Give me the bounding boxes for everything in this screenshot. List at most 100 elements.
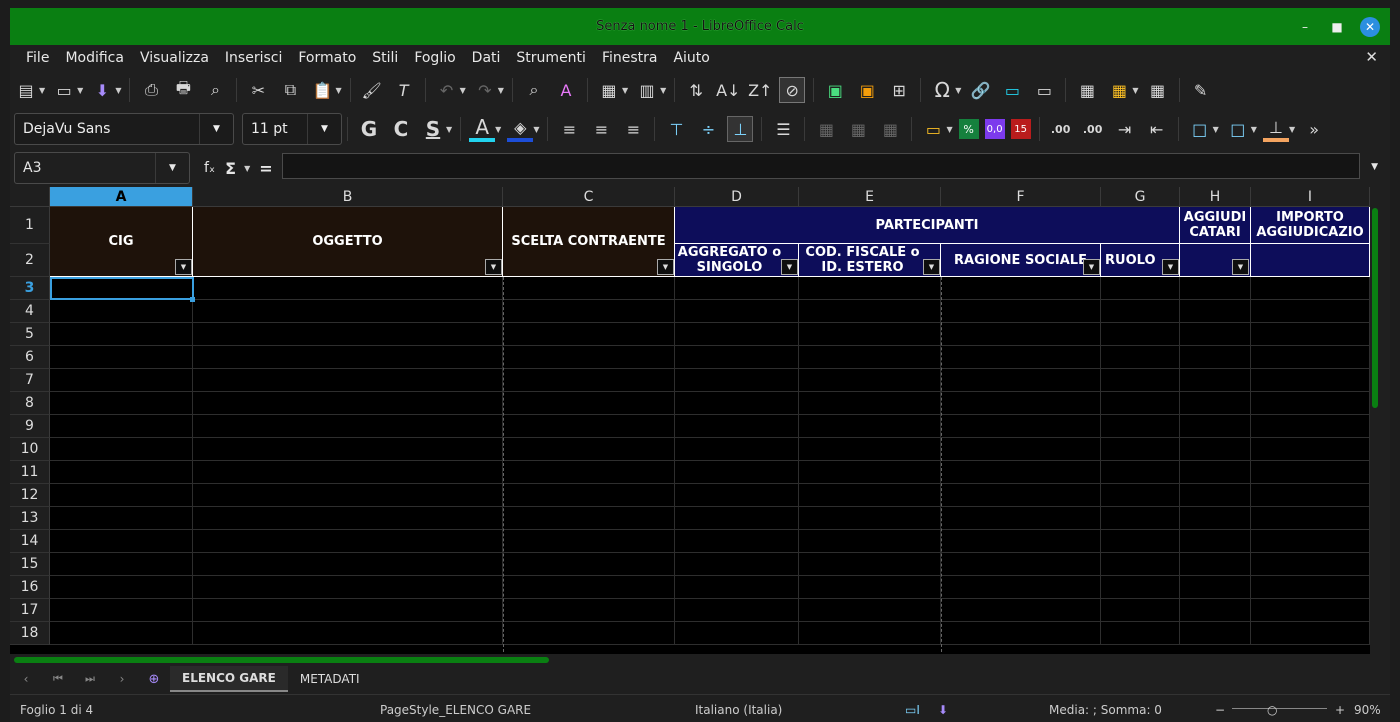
document-modified-icon[interactable]: ⬇ — [938, 703, 948, 717]
header-scelta-contraente[interactable]: SCELTA CONTRAENTE — [503, 207, 675, 277]
sort-descending-icon[interactable]: Z↑ — [747, 77, 773, 103]
tab-metadati[interactable]: METADATI — [288, 666, 372, 692]
date-format-button[interactable]: 15 — [1010, 119, 1031, 139]
menu-visualizza[interactable]: Visualizza — [132, 50, 217, 66]
redo-icon[interactable]: ↷ — [472, 77, 498, 103]
sort-icon[interactable]: ⇅ — [683, 77, 709, 103]
autofilter-button-b[interactable]: ▼ — [485, 259, 502, 275]
row-header-18[interactable]: 18 — [10, 622, 50, 645]
align-left-icon[interactable]: ≡ — [556, 116, 582, 142]
row-header-10[interactable]: 10 — [10, 438, 50, 461]
align-right-icon[interactable]: ≡ — [620, 116, 646, 142]
split-window-icon[interactable]: ▦ — [1145, 77, 1171, 103]
print-icon[interactable]: 🖶 — [170, 77, 196, 103]
first-sheet-icon[interactable]: ⏮ — [45, 666, 71, 692]
column-h-cells[interactable] — [1180, 277, 1251, 645]
hyperlink-icon[interactable]: 🔗 — [967, 77, 993, 103]
find-replace-icon[interactable]: ⌕ — [521, 77, 547, 103]
paste-icon[interactable]: 📋 — [309, 77, 335, 103]
number-format-button[interactable]: 0,0 — [984, 119, 1005, 139]
header-footer-icon[interactable]: ▭ — [1031, 77, 1057, 103]
zoom-out-icon[interactable]: − — [1215, 703, 1225, 717]
draw-icon[interactable]: ✎ — [1188, 77, 1214, 103]
sort-ascending-icon[interactable]: A↓ — [715, 77, 741, 103]
header-cig[interactable]: CIG — [50, 207, 193, 277]
fill-handle[interactable] — [190, 297, 195, 302]
row-header-5[interactable]: 5 — [10, 323, 50, 346]
minimize-icon[interactable]: – — [1295, 17, 1315, 37]
zoom-slider[interactable] — [1232, 708, 1327, 709]
row-header-7[interactable]: 7 — [10, 369, 50, 392]
unmerge-cells-icon[interactable]: ▦ — [877, 116, 903, 142]
name-box[interactable]: A3 ▼ — [14, 152, 190, 184]
decrease-indent-icon[interactable]: ⇤ — [1144, 116, 1170, 142]
page-style[interactable]: PageStyle_ELENCO GARE — [380, 703, 531, 717]
close-document-icon[interactable]: ✕ — [1365, 48, 1378, 66]
define-print-area-icon[interactable]: ▦ — [1074, 77, 1100, 103]
increase-indent-icon[interactable]: ⇥ — [1112, 116, 1138, 142]
formula-icon[interactable]: = — [259, 159, 272, 178]
add-sheet-icon[interactable]: ⊕ — [141, 666, 167, 692]
header-ragione-sociale[interactable]: RAGIONE SOCIALE — [941, 244, 1101, 277]
column-e-cells[interactable] — [799, 277, 941, 645]
header-i2-empty[interactable] — [1251, 244, 1370, 277]
autofilter-button-e[interactable]: ▼ — [923, 259, 940, 275]
comment-icon[interactable]: ▭ — [999, 77, 1025, 103]
spelling-icon[interactable]: A — [553, 77, 579, 103]
align-top-icon[interactable]: ⊤ — [663, 116, 689, 142]
menu-stili[interactable]: Stili — [364, 50, 406, 66]
col-header-b[interactable]: B — [193, 187, 503, 207]
menu-aiuto[interactable]: Aiuto — [665, 50, 717, 66]
header-oggetto[interactable]: OGGETTO — [193, 207, 503, 277]
autofilter-icon[interactable]: ⊘ — [779, 77, 806, 103]
cut-icon[interactable]: ✂ — [245, 77, 271, 103]
insert-chart-icon[interactable]: ▣ — [854, 77, 880, 103]
spreadsheet-grid[interactable]: A B C D E F G H I 1 2 3 4 5 6 7 8 9 10 1… — [10, 187, 1370, 657]
menu-dati[interactable]: Dati — [464, 50, 509, 66]
borders-icon[interactable]: □ — [1187, 116, 1213, 142]
row-header-4[interactable]: 4 — [10, 300, 50, 323]
row-header-6[interactable]: 6 — [10, 346, 50, 369]
vertical-scroll-thumb[interactable] — [1372, 208, 1378, 408]
column-c-cells[interactable] — [503, 277, 675, 645]
zoom-slider-handle[interactable]: ○ — [1267, 703, 1277, 717]
scroll-prev-icon[interactable]: ‹ — [13, 666, 39, 692]
col-header-c[interactable]: C — [503, 187, 675, 207]
selection-mode-icon[interactable]: ▭I — [905, 703, 920, 717]
font-color-button[interactable]: A — [469, 115, 496, 142]
merge-center-icon[interactable]: ▦ — [813, 116, 839, 142]
expand-formula-icon[interactable]: ▼ — [1371, 162, 1378, 172]
clear-formatting-icon[interactable]: T — [391, 77, 417, 103]
save-icon[interactable]: ⬇ — [89, 77, 115, 103]
chevron-down-icon[interactable]: ▼ — [199, 114, 233, 144]
col-header-g[interactable]: G — [1101, 187, 1180, 207]
chevron-down-icon[interactable]: ▼ — [155, 153, 189, 183]
merge-cells-icon[interactable]: ▦ — [845, 116, 871, 142]
zoom-in-icon[interactable]: + — [1335, 703, 1345, 717]
column-g-cells[interactable] — [1101, 277, 1180, 645]
column-f-cells[interactable] — [941, 277, 1101, 645]
row-header-12[interactable]: 12 — [10, 484, 50, 507]
undo-icon[interactable]: ↶ — [434, 77, 460, 103]
align-center-icon[interactable]: ≡ — [588, 116, 614, 142]
freeze-rows-icon[interactable]: ▦ — [1106, 77, 1132, 103]
currency-icon[interactable]: ▭ — [920, 116, 946, 142]
horizontal-scroll-thumb[interactable] — [14, 657, 549, 663]
italic-button[interactable]: C — [388, 116, 414, 142]
column-icon[interactable]: ▥ — [634, 77, 660, 103]
open-icon[interactable]: ▭ — [51, 77, 77, 103]
row-header-2[interactable]: 2 — [10, 244, 50, 277]
col-header-i[interactable]: I — [1251, 187, 1370, 207]
print-preview-icon[interactable]: ⌕ — [202, 77, 228, 103]
last-sheet-icon[interactable]: ⏭ — [77, 666, 103, 692]
zoom-level[interactable]: 90% — [1354, 703, 1381, 717]
font-size-box[interactable]: 11 pt ▼ — [242, 113, 342, 145]
menu-formato[interactable]: Formato — [290, 50, 364, 66]
chevron-down-icon[interactable]: ▼ — [307, 114, 341, 144]
col-header-d[interactable]: D — [675, 187, 799, 207]
row-header-3[interactable]: 3 — [10, 277, 50, 300]
clone-formatting-icon[interactable]: 🖌 — [359, 77, 385, 103]
column-i-cells[interactable] — [1251, 277, 1370, 645]
language[interactable]: Italiano (Italia) — [695, 703, 782, 717]
header-aggiudicatari[interactable]: AGGIUDI CATARI — [1180, 207, 1251, 244]
